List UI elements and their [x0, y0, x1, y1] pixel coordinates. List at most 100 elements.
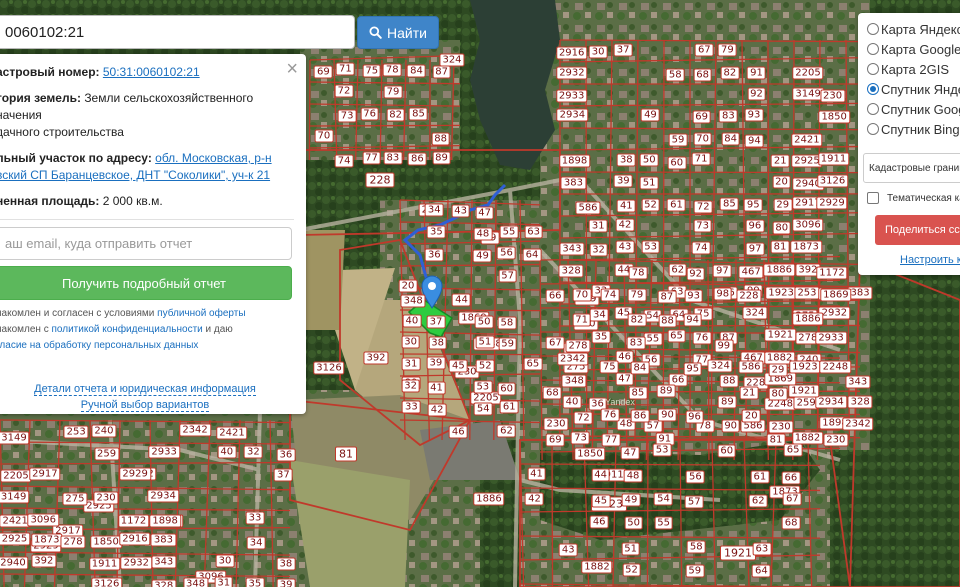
plot-number-label[interactable]: 48	[473, 227, 493, 241]
plot-number-label[interactable]: 81	[766, 433, 786, 447]
plot-number-label[interactable]: 82	[627, 313, 647, 327]
plot-number-label[interactable]: 72	[573, 411, 593, 425]
plot-number-label[interactable]: 54	[654, 492, 673, 506]
plot-number-label[interactable]: 82	[720, 66, 740, 80]
plot-number-label[interactable]: 56	[686, 470, 705, 484]
plot-number-label[interactable]: 77	[362, 151, 381, 165]
plot-number-label[interactable]: 69	[313, 65, 333, 79]
plot-number-label[interactable]: 2934	[147, 489, 179, 503]
plot-number-label[interactable]: 56	[497, 246, 516, 260]
plot-number-label[interactable]: 50	[624, 516, 644, 530]
plot-number-label[interactable]: 53	[652, 443, 672, 457]
layer-radio[interactable]	[867, 63, 879, 75]
plot-number-label[interactable]: 49	[621, 493, 641, 507]
plot-number-label[interactable]: 343	[151, 555, 177, 569]
plot-number-label[interactable]: 228	[365, 172, 395, 188]
plot-number-label[interactable]: 53	[641, 240, 661, 254]
plot-number-label[interactable]: 51	[475, 335, 495, 349]
plot-number-label[interactable]: 74	[334, 154, 354, 168]
plot-number-label[interactable]: 230	[93, 491, 119, 505]
plot-number-label[interactable]: 41	[427, 381, 446, 395]
plot-number-label[interactable]: 49	[473, 249, 492, 263]
plot-number-label[interactable]: 1923	[789, 360, 821, 374]
layer-select[interactable]: Кадастровые границы	[863, 153, 960, 183]
personal-data-link[interactable]: гласие на обработку персональных данных	[0, 340, 198, 351]
layer-option[interactable]: Спутник Яндекс	[867, 79, 960, 99]
plot-number-label[interactable]: 29	[768, 363, 788, 377]
plot-number-label[interactable]: 33	[401, 400, 421, 414]
plot-number-label[interactable]: 1850	[574, 447, 606, 461]
plot-number-label[interactable]: 36	[424, 248, 444, 262]
plot-number-label[interactable]: 57	[498, 269, 517, 283]
plot-number-label[interactable]: 97	[713, 264, 732, 278]
layer-option[interactable]: Спутник Google	[867, 99, 960, 119]
plot-number-label[interactable]: 2421	[791, 133, 823, 147]
plot-number-label[interactable]: 2934	[556, 108, 589, 122]
plot-number-label[interactable]: 348	[561, 374, 587, 388]
plot-number-label[interactable]: 39	[276, 578, 296, 587]
plot-number-label[interactable]: 21	[770, 154, 790, 168]
plot-number-label[interactable]: 1921	[720, 545, 756, 561]
plot-number-label[interactable]: 52	[475, 359, 495, 373]
plot-number-label[interactable]: 94	[745, 134, 764, 148]
plot-number-label[interactable]: 91	[747, 66, 766, 80]
plot-number-label[interactable]: 71	[336, 62, 355, 76]
plot-number-label[interactable]: 59	[668, 133, 688, 147]
plot-number-label[interactable]: 2940	[0, 556, 29, 570]
plot-number-label[interactable]: 392	[31, 554, 57, 568]
plot-number-label[interactable]: 230	[543, 417, 569, 431]
layer-option[interactable]: Карта Яндекс	[867, 19, 960, 39]
plot-number-label[interactable]: 230	[819, 89, 846, 103]
plot-number-label[interactable]: 42	[615, 218, 635, 232]
thematic-map-row[interactable]: Тематическая карта	[867, 192, 960, 204]
plot-number-label[interactable]: 64	[522, 248, 542, 262]
plot-number-label[interactable]: 63	[524, 225, 544, 239]
layer-option[interactable]: Спутник Bing	[867, 119, 960, 139]
plot-number-label[interactable]: 1923	[765, 286, 797, 300]
plot-number-label[interactable]: 39	[426, 356, 446, 370]
plot-number-label[interactable]: 253	[794, 286, 820, 300]
plot-number-label[interactable]: 1886	[473, 492, 505, 506]
plot-number-label[interactable]: 1921	[788, 384, 820, 398]
plot-number-label[interactable]: 83	[719, 109, 738, 123]
plot-number-label[interactable]: 76	[692, 331, 712, 345]
plot-number-label[interactable]: 87	[657, 290, 677, 304]
plot-number-label[interactable]: 75	[362, 64, 382, 78]
plot-number-label[interactable]: 2342	[179, 423, 211, 437]
plot-number-label[interactable]: 40	[402, 314, 422, 328]
plot-number-label[interactable]: 59	[685, 564, 705, 578]
plot-number-label[interactable]: 88	[719, 374, 739, 388]
plot-number-label[interactable]: 1172	[816, 266, 848, 280]
plot-number-label[interactable]: 79	[627, 288, 647, 302]
plot-number-label[interactable]: 83	[383, 151, 403, 165]
plot-number-label[interactable]: 31	[214, 576, 234, 587]
plot-number-label[interactable]: 383	[847, 286, 873, 300]
plot-number-label[interactable]: 1882	[791, 431, 824, 445]
plot-number-label[interactable]: 89	[717, 395, 737, 409]
plot-number-label[interactable]: 324	[439, 53, 465, 67]
plot-number-label[interactable]: 1898	[558, 154, 591, 168]
plot-number-label[interactable]: 253	[63, 425, 89, 439]
plot-number-label[interactable]: 2916	[555, 46, 588, 60]
plot-number-label[interactable]: 383	[560, 176, 586, 190]
plot-number-label[interactable]: 35	[591, 330, 611, 344]
plot-number-label[interactable]: 77	[601, 433, 621, 447]
plot-number-label[interactable]: 20	[741, 409, 761, 423]
plot-number-label[interactable]: 92	[747, 87, 766, 101]
layer-radio[interactable]	[867, 103, 879, 115]
thematic-map-checkbox[interactable]	[867, 192, 879, 204]
plot-number-label[interactable]: 74	[600, 288, 620, 302]
plot-number-label[interactable]: 76	[360, 107, 380, 121]
plot-number-label[interactable]: 55	[499, 225, 519, 239]
plot-number-label[interactable]: 38	[616, 153, 636, 167]
plot-number-label[interactable]: 2932	[120, 556, 153, 570]
plot-number-label[interactable]: 99	[714, 339, 734, 352]
plot-number-label[interactable]: 78	[382, 63, 402, 77]
plot-number-label[interactable]: 3126	[816, 174, 849, 188]
layer-option[interactable]: Карта 2GIS	[867, 59, 960, 79]
plot-number-label[interactable]: 67	[782, 492, 802, 506]
plot-number-label[interactable]: 84	[721, 132, 741, 146]
plot-number-label[interactable]: 324	[707, 359, 733, 373]
plot-number-label[interactable]: 35	[245, 577, 265, 587]
plot-number-label[interactable]: 34	[589, 308, 609, 322]
